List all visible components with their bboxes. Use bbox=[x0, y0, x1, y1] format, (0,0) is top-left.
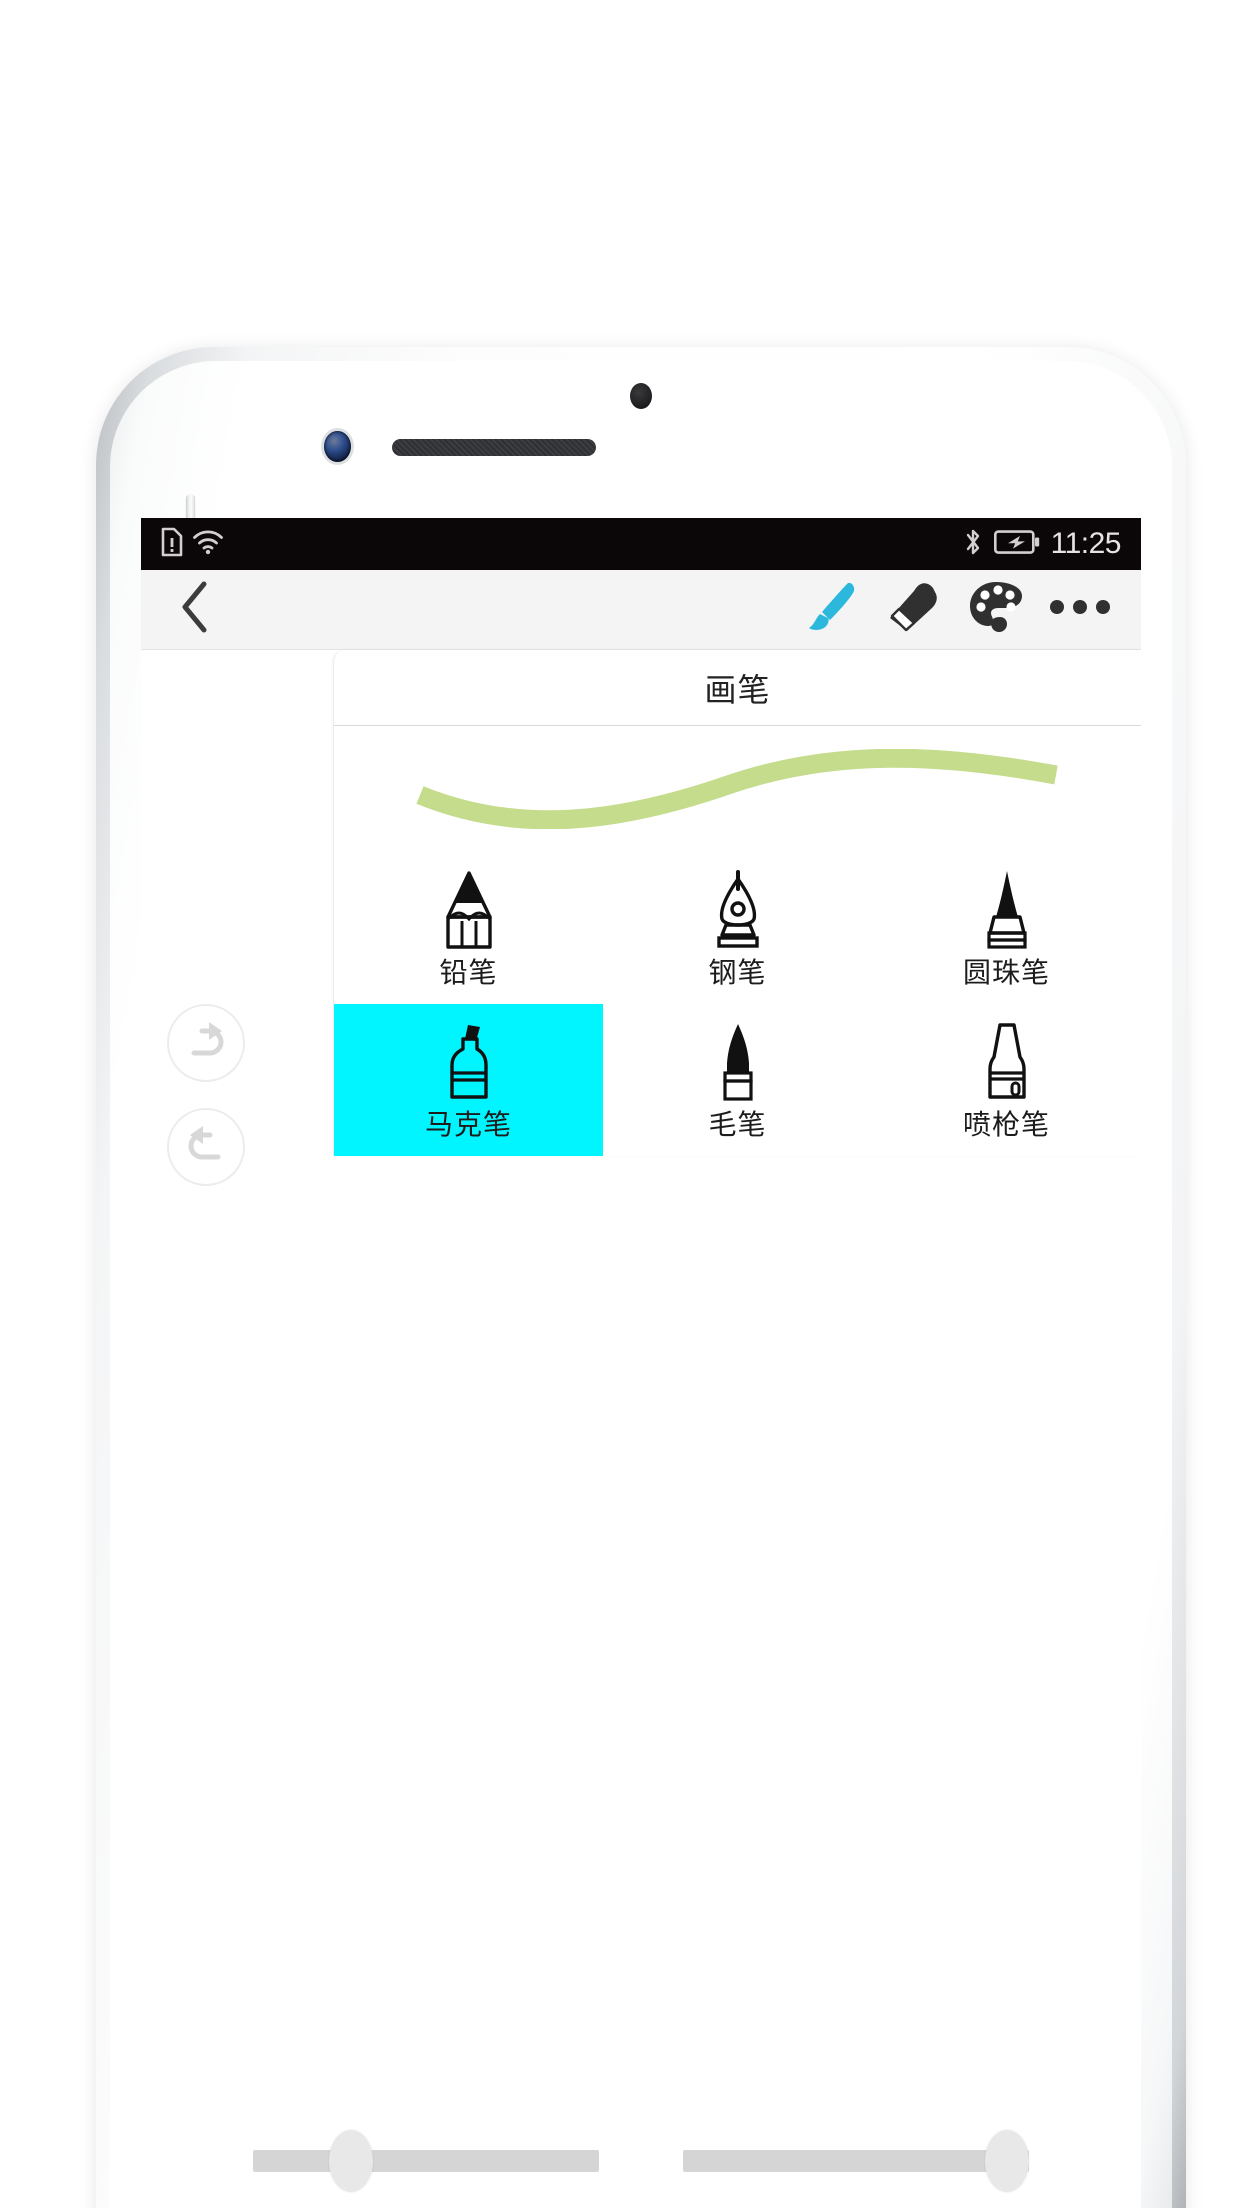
opacity-slider[interactable] bbox=[683, 2130, 1029, 2192]
eraser-icon bbox=[883, 578, 941, 641]
marker-icon bbox=[432, 1021, 506, 1105]
ballpoint-icon bbox=[970, 869, 1044, 953]
slider-row bbox=[141, 2130, 1141, 2192]
brush-tool-button[interactable] bbox=[789, 575, 867, 645]
back-chevron-icon bbox=[178, 579, 212, 640]
preview-wave-icon bbox=[415, 749, 1058, 829]
brush-item-pencil[interactable]: 铅笔 bbox=[334, 852, 603, 1004]
brush-panel: 画笔 铅笔 钢笔 圆珠笔 马克笔 毛笔 喷枪笔 bbox=[333, 650, 1141, 1156]
brush-pen-icon bbox=[701, 1021, 775, 1105]
phone-device-frame: 11:25 画笔 铅笔 钢笔 圆珠笔 马克笔 毛笔 喷枪笔 bbox=[96, 347, 1186, 2208]
opacity-slider-track bbox=[683, 2150, 1029, 2172]
brush-label: 喷枪笔 bbox=[962, 1109, 1050, 1140]
size-slider[interactable] bbox=[253, 2130, 599, 2192]
status-bar: 11:25 bbox=[141, 518, 1141, 570]
undo-button[interactable] bbox=[167, 1108, 245, 1186]
redo-button[interactable] bbox=[167, 1004, 245, 1082]
brush-label: 铅笔 bbox=[439, 957, 498, 988]
palette-icon bbox=[967, 578, 1025, 641]
earpiece-speaker bbox=[392, 439, 596, 456]
brush-label: 钢笔 bbox=[708, 957, 767, 988]
palette-tool-button[interactable] bbox=[957, 575, 1035, 645]
redo-arrow-icon bbox=[182, 1019, 230, 1068]
proximity-sensor bbox=[630, 383, 652, 409]
more-dots-icon bbox=[1049, 597, 1111, 622]
brush-label: 马克笔 bbox=[424, 1109, 512, 1140]
brush-panel-title: 画笔 bbox=[704, 671, 771, 708]
airbrush-icon bbox=[970, 1021, 1044, 1105]
size-slider-track bbox=[253, 2150, 599, 2172]
front-camera bbox=[324, 431, 351, 462]
sim-alert-icon bbox=[161, 527, 183, 562]
brush-icon bbox=[799, 578, 857, 641]
brush-stroke-preview bbox=[334, 726, 1141, 852]
brush-item-brush-pen[interactable]: 毛笔 bbox=[603, 1004, 872, 1156]
back-button[interactable] bbox=[163, 578, 227, 642]
pencil-icon bbox=[432, 869, 506, 953]
brush-item-marker[interactable]: 马克笔 bbox=[334, 1004, 603, 1156]
brush-label: 毛笔 bbox=[708, 1109, 767, 1140]
drawing-area[interactable]: 画笔 铅笔 钢笔 圆珠笔 马克笔 毛笔 喷枪笔 bbox=[141, 650, 1141, 2208]
eraser-tool-button[interactable] bbox=[873, 575, 951, 645]
brush-item-fountain-pen[interactable]: 钢笔 bbox=[603, 852, 872, 1004]
status-bar-clock: 11:25 bbox=[1050, 527, 1122, 560]
brush-label: 圆珠笔 bbox=[962, 957, 1050, 988]
page-root: 11:25 画笔 铅笔 钢笔 圆珠笔 马克笔 毛笔 喷枪笔 bbox=[0, 0, 1242, 2208]
brush-grid: 铅笔 钢笔 圆珠笔 马克笔 毛笔 喷枪笔 bbox=[334, 852, 1141, 1156]
app-toolbar bbox=[141, 570, 1141, 650]
status-bar-left-icons bbox=[161, 527, 224, 562]
opacity-slider-thumb[interactable] bbox=[985, 2130, 1029, 2192]
fountain-pen-icon bbox=[701, 869, 775, 953]
phone-screen: 11:25 画笔 铅笔 钢笔 圆珠笔 马克笔 毛笔 喷枪笔 bbox=[141, 518, 1141, 2208]
wifi-icon bbox=[192, 529, 224, 560]
bluetooth-icon bbox=[963, 527, 983, 562]
toolbar-tools bbox=[789, 575, 1119, 645]
more-menu-button[interactable] bbox=[1041, 575, 1119, 645]
status-bar-right-icons: 11:25 bbox=[963, 527, 1122, 562]
brush-item-airbrush[interactable]: 喷枪笔 bbox=[872, 1004, 1141, 1156]
battery-charging-icon bbox=[993, 529, 1040, 560]
brush-item-ballpoint[interactable]: 圆珠笔 bbox=[872, 852, 1141, 1004]
size-slider-thumb[interactable] bbox=[328, 2130, 373, 2192]
undo-arrow-icon bbox=[182, 1123, 230, 1172]
brush-panel-header: 画笔 bbox=[334, 650, 1141, 726]
